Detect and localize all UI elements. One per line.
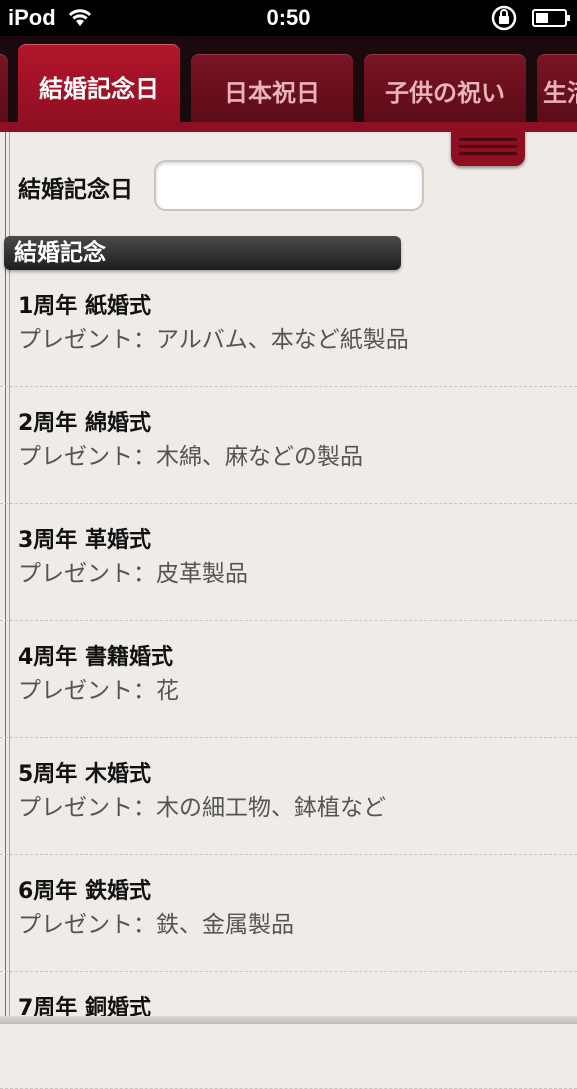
tab-japan-holidays[interactable]: 日本祝日 xyxy=(191,54,353,126)
item-description: プレゼント：鉄、金属製品 xyxy=(18,912,294,938)
item-title: 3周年 革婚式 xyxy=(18,528,151,553)
grip-line xyxy=(459,138,517,141)
bottom-edge xyxy=(0,1016,577,1024)
date-filter-label: 結婚記念日 xyxy=(18,177,133,203)
date-input[interactable] xyxy=(154,160,424,211)
anniversary-list: 1周年 紙婚式 プレゼント：アルバム、本など紙製品 2周年 綿婚式 プレゼント：… xyxy=(0,270,577,1089)
item-description: プレゼント：アルバム、本など紙製品 xyxy=(18,327,409,353)
grip-line xyxy=(459,152,517,155)
item-description: プレゼント：花 xyxy=(18,678,179,704)
tab-bar: 結婚記念日 日本祝日 子供の祝い 生活 xyxy=(0,36,577,130)
section-header: 結婚記念 xyxy=(4,236,401,270)
item-title: 1周年 紙婚式 xyxy=(18,294,151,319)
list-item[interactable]: 5周年 木婚式 プレゼント：木の細工物、鉢植など xyxy=(0,738,577,855)
status-bar: iPod 0:50 xyxy=(0,0,577,36)
item-title: 4周年 書籍婚式 xyxy=(18,645,173,670)
tab-previous-edge[interactable] xyxy=(0,54,8,126)
item-title: 5周年 木婚式 xyxy=(18,762,151,787)
list-item[interactable]: 1周年 紙婚式 プレゼント：アルバム、本など紙製品 xyxy=(0,270,577,387)
item-description: プレゼント：木綿、麻などの製品 xyxy=(18,444,363,470)
tab-life[interactable]: 生活 xyxy=(537,54,577,126)
list-item[interactable]: 6周年 鉄婚式 プレゼント：鉄、金属製品 xyxy=(0,855,577,972)
list-item[interactable]: 7周年 銅婚式 xyxy=(0,972,577,1089)
item-title: 6周年 鉄婚式 xyxy=(18,879,151,904)
item-description: プレゼント：皮革製品 xyxy=(18,561,248,587)
item-title: 2周年 綿婚式 xyxy=(18,411,151,436)
grip-line xyxy=(459,145,517,148)
tab-children-celebrations[interactable]: 子供の祝い xyxy=(364,54,526,126)
list-item[interactable]: 3周年 革婚式 プレゼント：皮革製品 xyxy=(0,504,577,621)
list-item[interactable]: 2周年 綿婚式 プレゼント：木綿、麻などの製品 xyxy=(0,387,577,504)
item-description: プレゼント：木の細工物、鉢植など xyxy=(18,795,386,821)
drawer-handle[interactable] xyxy=(451,130,525,166)
battery-icon xyxy=(532,9,570,27)
tab-wedding-anniversary[interactable]: 結婚記念日 xyxy=(18,44,180,128)
list-item[interactable]: 4周年 書籍婚式 プレゼント：花 xyxy=(0,621,577,738)
rotation-lock-icon xyxy=(491,5,517,31)
